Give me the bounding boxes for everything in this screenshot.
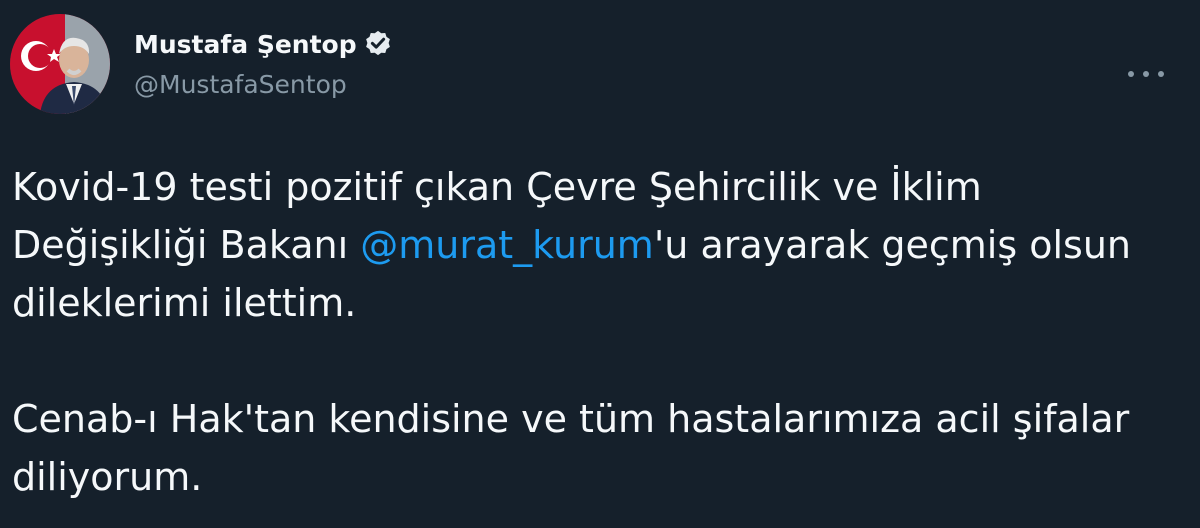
verified-badge-icon <box>363 29 393 59</box>
author-name-row: Mustafa Şentop <box>134 26 393 62</box>
tweet-card: Mustafa Şentop @MustafaSentop Kovid-19 t… <box>0 0 1200 528</box>
mention-link[interactable]: @murat_kurum <box>360 223 654 267</box>
avatar-image <box>10 14 110 114</box>
tweet-paragraph-1: Kovid-19 testi pozitif çıkan Çevre Şehir… <box>12 158 1182 332</box>
tweet-text: Kovid-19 testi pozitif çıkan Çevre Şehir… <box>12 158 1182 506</box>
tweet-paragraph-2: Cenab-ı Hak'tan kendisine ve tüm hastala… <box>12 397 1130 499</box>
more-options-button[interactable] <box>1128 28 1186 77</box>
avatar[interactable] <box>10 14 110 114</box>
more-horizontal-icon <box>1128 62 1164 86</box>
author-handle[interactable]: @MustafaSentop <box>134 70 347 99</box>
author-display-name[interactable]: Mustafa Şentop <box>134 30 357 59</box>
